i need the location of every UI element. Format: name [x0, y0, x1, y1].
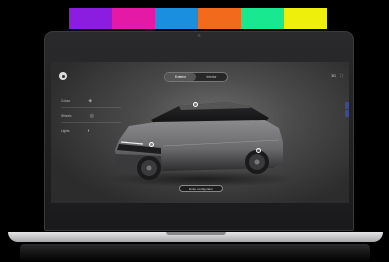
side-menu-label: Wheels	[61, 114, 72, 118]
tab-exterior[interactable]: Exterior	[165, 73, 196, 81]
laptop-reflection	[20, 244, 370, 262]
3d-view-icon[interactable]: 3D	[331, 73, 336, 78]
light-icon: ◐	[87, 128, 91, 134]
swatch-green[interactable]	[241, 8, 284, 29]
swatch-purple[interactable]	[69, 8, 112, 29]
hotspot-roof[interactable]	[193, 102, 198, 107]
side-tab-2[interactable]	[345, 110, 349, 117]
paint-bucket-icon: ◈	[88, 98, 93, 104]
side-tab-1[interactable]	[345, 102, 349, 109]
swatch-magenta[interactable]	[112, 8, 155, 29]
side-menu-label: Lights	[61, 129, 70, 133]
divider	[61, 107, 121, 108]
base-notch	[165, 232, 226, 235]
camera-dot	[197, 34, 201, 37]
view-toggle[interactable]: Exterior Interior	[164, 72, 228, 82]
swatch-blue[interactable]	[155, 8, 198, 29]
car-image	[106, 102, 296, 187]
laptop-screen: Exterior Interior 3D ⛶ Colour ◈ Wheels ◎…	[51, 62, 349, 203]
side-menu-label: Colour	[61, 99, 71, 103]
hotspot-front[interactable]	[149, 142, 154, 147]
divider	[61, 122, 121, 123]
swatch-orange[interactable]	[198, 8, 241, 29]
wheel-icon: ◎	[89, 113, 95, 119]
color-swatches	[69, 8, 327, 29]
side-menu-item-wheels[interactable]: Wheels ◎	[61, 113, 94, 119]
laptop-base	[8, 232, 383, 242]
side-menu-item-colour[interactable]: Colour ◈	[61, 98, 92, 104]
right-side-tabs	[345, 102, 349, 117]
brand-logo-icon[interactable]	[59, 72, 67, 80]
hotspot-rear-wheel[interactable]	[256, 148, 261, 153]
swatch-yellow[interactable]	[284, 8, 327, 29]
fullscreen-icon[interactable]: ⛶	[340, 73, 343, 78]
side-menu-item-lights[interactable]: Lights ◐	[61, 128, 91, 134]
tab-interior[interactable]: Interior	[196, 73, 227, 81]
top-right-controls: 3D ⛶	[331, 73, 343, 78]
enter-configurator-button[interactable]: Enter configurator	[179, 185, 223, 192]
